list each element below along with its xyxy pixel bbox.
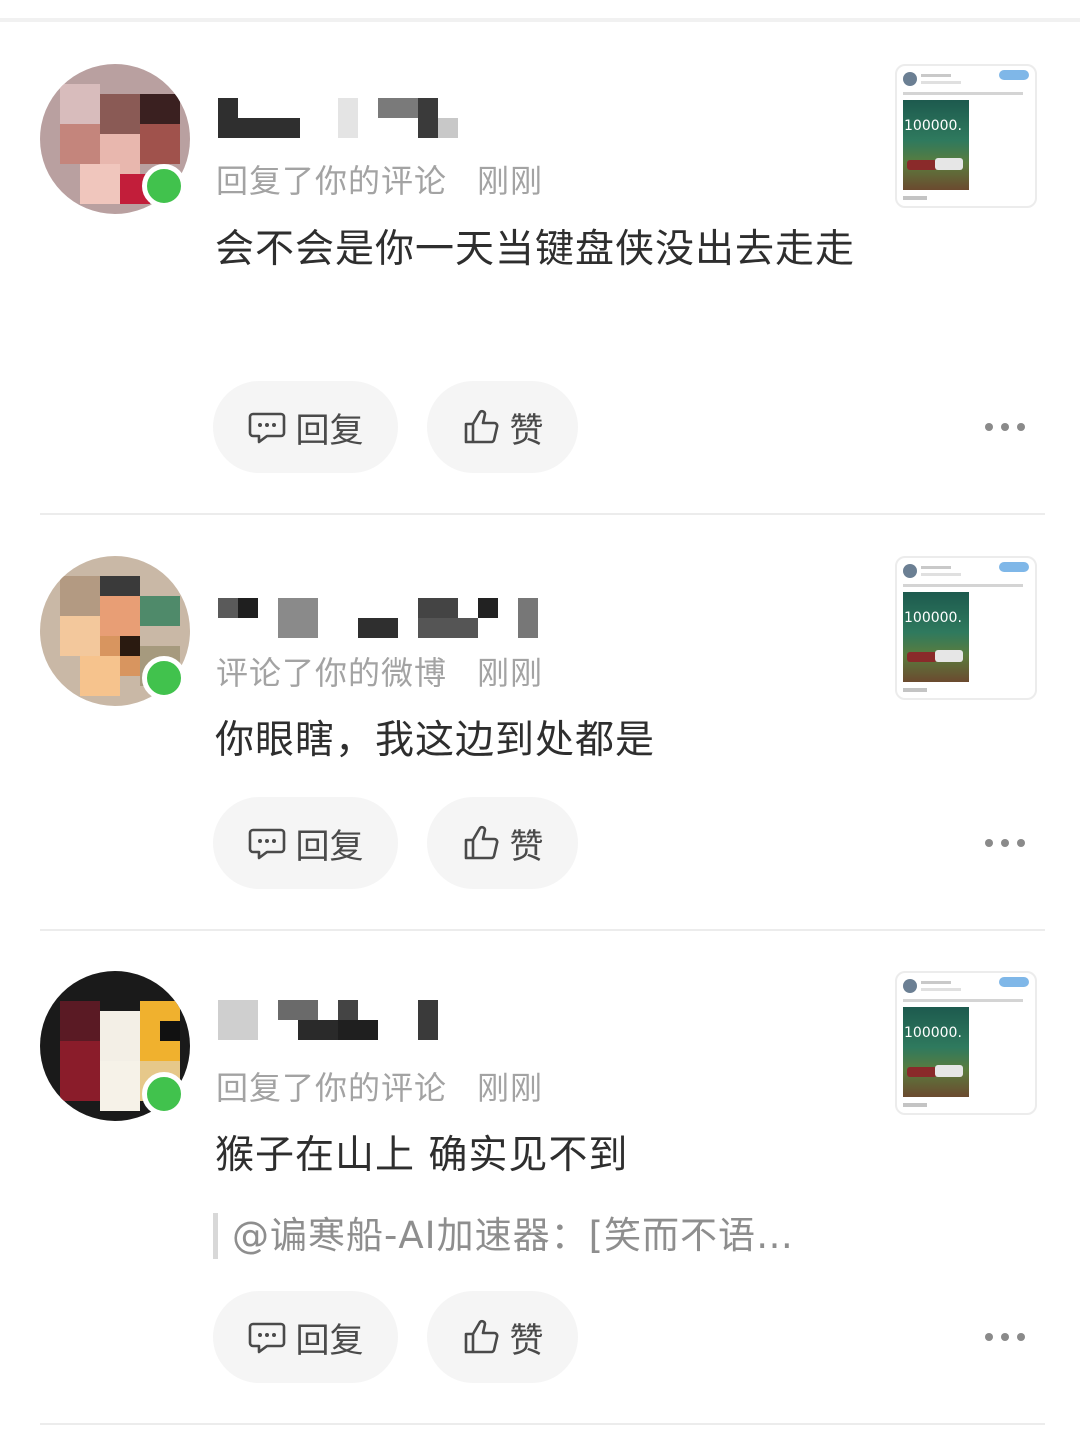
thumbs-up-icon [464, 825, 498, 860]
comment-icon [248, 828, 285, 860]
post-thumbnail[interactable]: 100000. [895, 64, 1037, 208]
divider [40, 513, 1045, 515]
reply-button[interactable]: 回复 [213, 797, 398, 889]
like-button[interactable]: 赞 [427, 797, 578, 889]
thumbs-up-icon [464, 1319, 498, 1354]
reply-label: 回复 [295, 410, 364, 451]
comment-text[interactable]: 会不会是你一天当键盘侠没出去走走 [215, 212, 855, 287]
like-button[interactable]: 赞 [427, 1291, 578, 1383]
thumbs-up-icon [464, 409, 498, 444]
action-text: 回复了你的评论 [216, 1069, 448, 1107]
reply-button[interactable]: 回复 [213, 1291, 398, 1383]
reply-button[interactable]: 回复 [213, 381, 398, 473]
post-thumbnail[interactable]: 100000. [895, 971, 1037, 1115]
reply-label: 回复 [295, 1320, 364, 1361]
notification-meta: 回复了你的评论 刚刚 [216, 1063, 543, 1109]
timestamp: 刚刚 [477, 654, 544, 692]
notification-meta: 评论了你的微博 刚刚 [216, 648, 543, 694]
action-text: 回复了你的评论 [216, 162, 448, 200]
more-icon[interactable] [985, 1331, 1025, 1343]
thumbnail-number: 100000. [904, 1025, 962, 1041]
like-label: 赞 [509, 1320, 544, 1361]
notification-meta: 回复了你的评论 刚刚 [216, 156, 543, 202]
divider [40, 929, 1045, 931]
thumbnail-number: 100000. [904, 610, 962, 626]
thumbnail-number: 100000. [904, 118, 962, 134]
more-icon[interactable] [985, 837, 1025, 849]
username-redacted[interactable] [218, 98, 478, 140]
top-divider [0, 18, 1080, 22]
like-label: 赞 [509, 826, 544, 867]
divider [40, 1423, 1045, 1425]
comment-text[interactable]: 你眼瞎，我这边到处都是 [215, 703, 855, 778]
username-redacted[interactable] [218, 598, 548, 640]
online-status-dot [142, 1072, 186, 1116]
comment-icon [248, 412, 285, 444]
like-label: 赞 [509, 410, 544, 451]
online-status-dot [142, 164, 186, 208]
more-icon[interactable] [985, 421, 1025, 433]
comment-icon [248, 1322, 285, 1354]
online-status-dot [142, 656, 186, 700]
timestamp: 刚刚 [477, 162, 544, 200]
like-button[interactable]: 赞 [427, 381, 578, 473]
comment-text[interactable]: 猴子在山上 确实见不到 [215, 1118, 855, 1193]
quoted-comment[interactable]: @谝寒船-AI加速器：[笑而不语… [213, 1213, 853, 1259]
reply-label: 回复 [295, 826, 364, 867]
username-redacted[interactable] [218, 1000, 498, 1042]
action-text: 评论了你的微博 [216, 654, 448, 692]
post-thumbnail[interactable]: 100000. [895, 556, 1037, 700]
timestamp: 刚刚 [477, 1069, 544, 1107]
